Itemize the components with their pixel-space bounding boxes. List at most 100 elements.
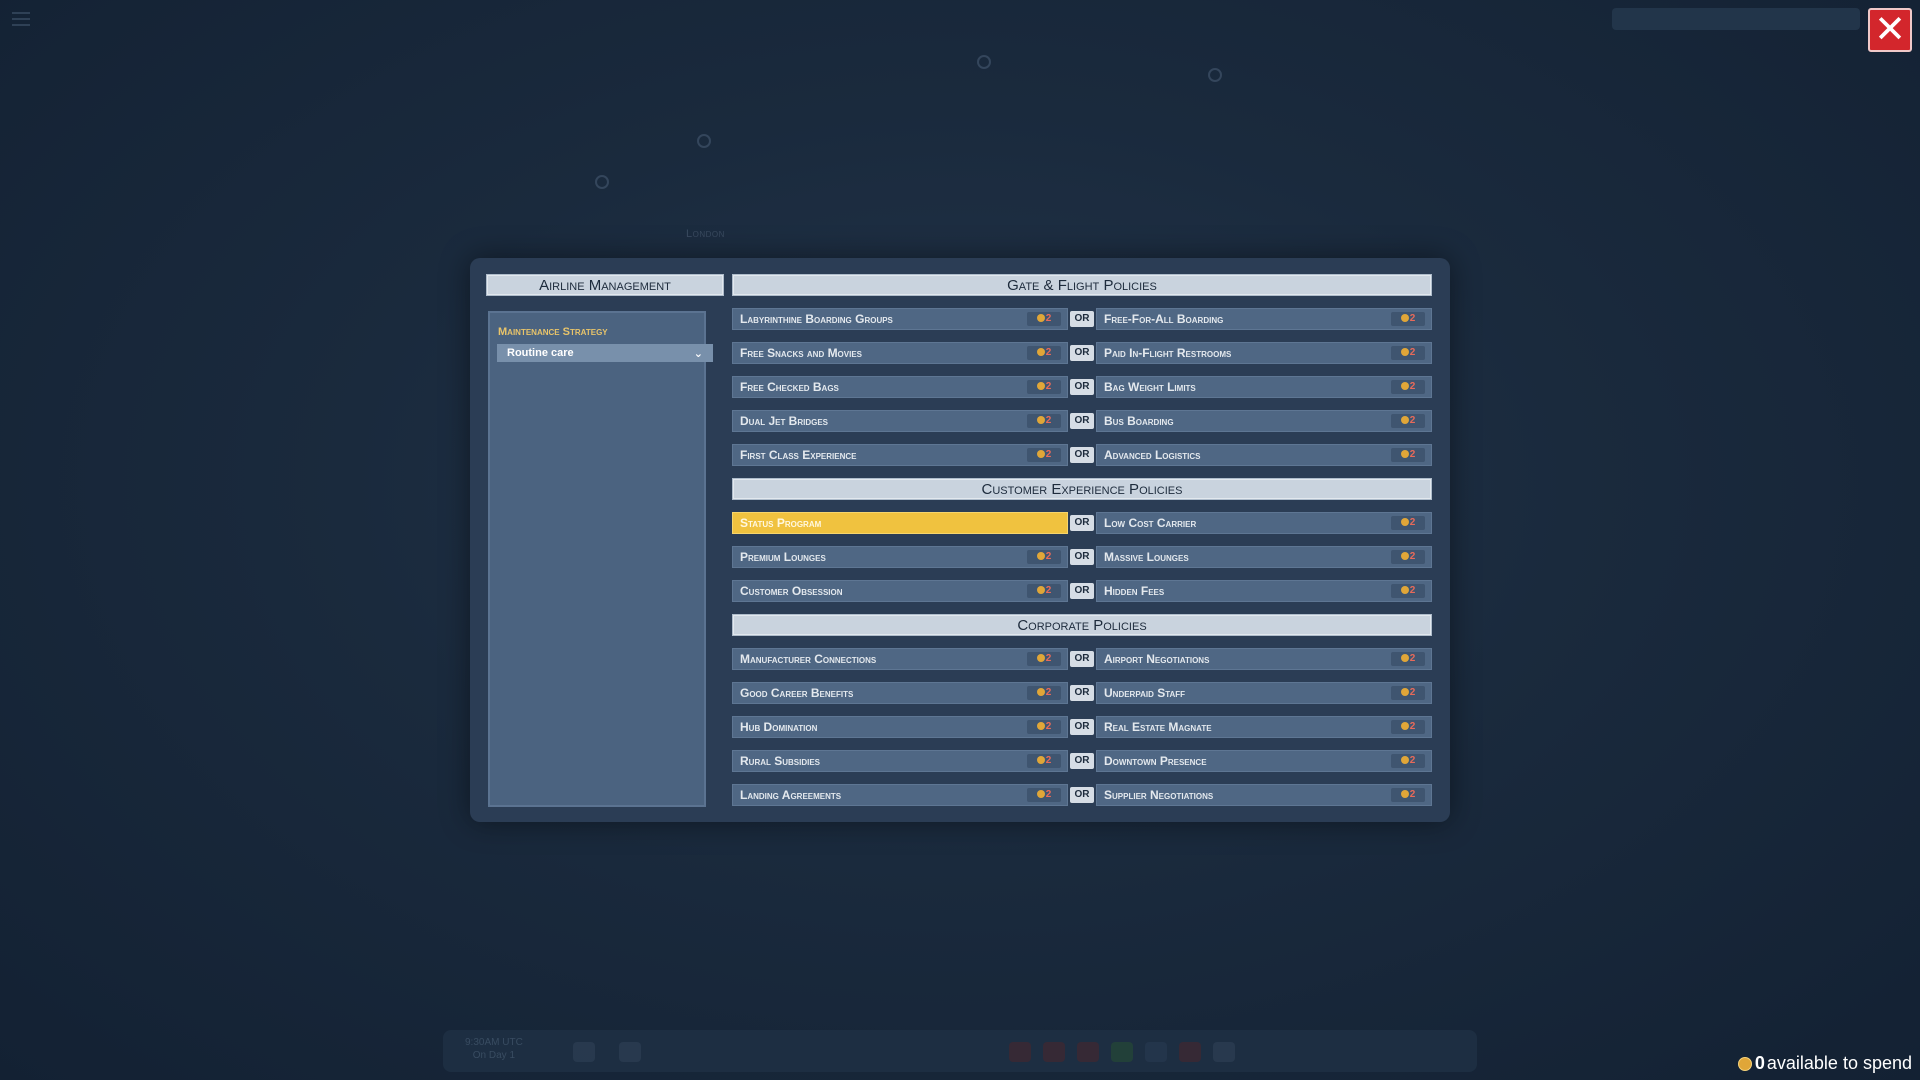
policy-name: Hub Domination (740, 720, 818, 734)
policy-cost: 2 (1045, 347, 1052, 358)
policy-option[interactable]: Supplier Negotiations 2 (1096, 784, 1432, 806)
policy-cost: 2 (1045, 789, 1052, 800)
policy-option[interactable]: First Class Experience 2 (732, 444, 1068, 466)
policy-cost-badge: 2 (1027, 414, 1061, 428)
policy-cost: 2 (1045, 721, 1052, 732)
toolbar-button[interactable] (1043, 1042, 1065, 1062)
policy-cost-badge: 2 (1027, 380, 1061, 394)
policy-name: Advanced Logistics (1104, 448, 1201, 462)
notification-pill[interactable] (1612, 8, 1860, 30)
policy-option[interactable]: Hub Domination 2 (732, 716, 1068, 738)
policy-option[interactable]: Downtown Presence 2 (1096, 750, 1432, 772)
policy-cost: 2 (1045, 449, 1052, 460)
policy-name: Paid In-Flight Restrooms (1104, 346, 1232, 360)
policy-name: Premium Lounges (740, 550, 826, 564)
policy-cost: 2 (1045, 755, 1052, 766)
policy-name: Underpaid Staff (1104, 686, 1186, 700)
clock-day: On Day 1 (472, 1050, 516, 1061)
policy-cost: 2 (1409, 687, 1416, 698)
policy-option[interactable]: Real Estate Magnate 2 (1096, 716, 1432, 738)
policy-option[interactable]: Manufacturer Connections 2 (732, 648, 1068, 670)
policy-cost-badge: 2 (1391, 788, 1425, 802)
policy-cost-badge: 2 (1027, 754, 1061, 768)
policy-cost-badge: 2 (1391, 754, 1425, 768)
policy-cost: 2 (1409, 517, 1416, 528)
policy-name: Airport Negotiations (1104, 652, 1210, 666)
policy-option[interactable]: Hidden Fees 2 (1096, 580, 1432, 602)
search-icon[interactable] (1213, 1042, 1235, 1062)
section-header: Gate & Flight Policies (732, 274, 1432, 296)
policy-option[interactable]: Dual Jet Bridges 2 (732, 410, 1068, 432)
policy-cost: 2 (1409, 551, 1416, 562)
map-airport-dot (697, 134, 711, 148)
policy-option[interactable]: Bus Boarding 2 (1096, 410, 1432, 432)
coin-icon (1400, 586, 1409, 595)
policy-option[interactable]: Labyrinthine Boarding Groups 2 (732, 308, 1068, 330)
policy-cost: 2 (1045, 415, 1052, 426)
or-separator: OR (1070, 311, 1094, 327)
coin-icon (1737, 1056, 1752, 1071)
policy-name: Free Checked Bags (740, 380, 839, 394)
policy-name: Manufacturer Connections (740, 652, 877, 666)
coin-icon (1036, 450, 1045, 459)
or-separator: OR (1070, 549, 1094, 565)
policy-cost: 2 (1409, 449, 1416, 460)
policy-cost-badge: 2 (1391, 516, 1425, 530)
policy-option[interactable]: Status Program (732, 512, 1068, 534)
or-separator: OR (1070, 345, 1094, 361)
coin-icon (1400, 518, 1409, 527)
policy-option[interactable]: Bag Weight Limits 2 (1096, 376, 1432, 398)
policy-option[interactable]: Customer Obsession 2 (732, 580, 1068, 602)
toolbar-button[interactable] (1111, 1042, 1133, 1062)
or-separator: OR (1070, 651, 1094, 667)
toolbar-button[interactable] (1009, 1042, 1031, 1062)
spend-label: available to spend (1766, 1053, 1912, 1073)
policy-cost: 2 (1045, 585, 1052, 596)
section-header: Corporate Policies (732, 614, 1432, 636)
policy-cost: 2 (1409, 381, 1416, 392)
policy-cost-badge: 2 (1027, 788, 1061, 802)
toolbar-button[interactable] (1179, 1042, 1201, 1062)
policy-option[interactable]: Good Career Benefits 2 (732, 682, 1068, 704)
policy-name: Bag Weight Limits (1104, 380, 1196, 394)
policy-cost-badge: 2 (1391, 448, 1425, 462)
policy-option[interactable]: Free-For-All Boarding 2 (1096, 308, 1432, 330)
close-button[interactable]: ✕ (1868, 8, 1912, 52)
policy-option[interactable]: Free Checked Bags 2 (732, 376, 1068, 398)
policy-name: Supplier Negotiations (1104, 788, 1214, 802)
policy-name: Downtown Presence (1104, 754, 1207, 768)
policy-option[interactable]: Low Cost Carrier 2 (1096, 512, 1432, 534)
hamburger-menu-icon[interactable] (12, 12, 30, 26)
play-icon[interactable] (619, 1042, 641, 1062)
or-separator: OR (1070, 583, 1094, 599)
policy-cost-badge: 2 (1027, 652, 1061, 666)
policy-cost-badge: 2 (1027, 584, 1061, 598)
toolbar-button[interactable] (1077, 1042, 1099, 1062)
pause-icon[interactable] (573, 1042, 595, 1062)
policy-option[interactable]: Underpaid Staff 2 (1096, 682, 1432, 704)
policy-option[interactable]: Paid In-Flight Restrooms 2 (1096, 342, 1432, 364)
policy-option[interactable]: Advanced Logistics 2 (1096, 444, 1432, 466)
policy-option[interactable]: Rural Subsidies 2 (732, 750, 1068, 772)
policy-option[interactable]: Free Snacks and Movies 2 (732, 342, 1068, 364)
or-separator: OR (1070, 515, 1094, 531)
coin-icon (1036, 416, 1045, 425)
policy-option[interactable]: Premium Lounges 2 (732, 546, 1068, 568)
coin-icon (1400, 314, 1409, 323)
policy-name: Real Estate Magnate (1104, 720, 1212, 734)
policy-cost-badge: 2 (1391, 720, 1425, 734)
policy-option[interactable]: Airport Negotiations 2 (1096, 648, 1432, 670)
toolbar-button[interactable] (1145, 1042, 1167, 1062)
close-icon: ✕ (1874, 9, 1906, 51)
or-separator: OR (1070, 685, 1094, 701)
airline-management-dialog: Airline Management Maintenance Strategy … (470, 258, 1450, 822)
policy-cost: 2 (1409, 585, 1416, 596)
policy-name: Free Snacks and Movies (740, 346, 863, 360)
or-separator: OR (1070, 413, 1094, 429)
policy-option[interactable]: Landing Agreements 2 (732, 784, 1068, 806)
maintenance-strategy-select[interactable]: Routine care ⌄ (497, 344, 713, 362)
section-header: Customer Experience Policies (732, 478, 1432, 500)
policy-name: First Class Experience (740, 448, 857, 462)
policy-option[interactable]: Massive Lounges 2 (1096, 546, 1432, 568)
policy-cost-badge: 2 (1027, 312, 1061, 326)
